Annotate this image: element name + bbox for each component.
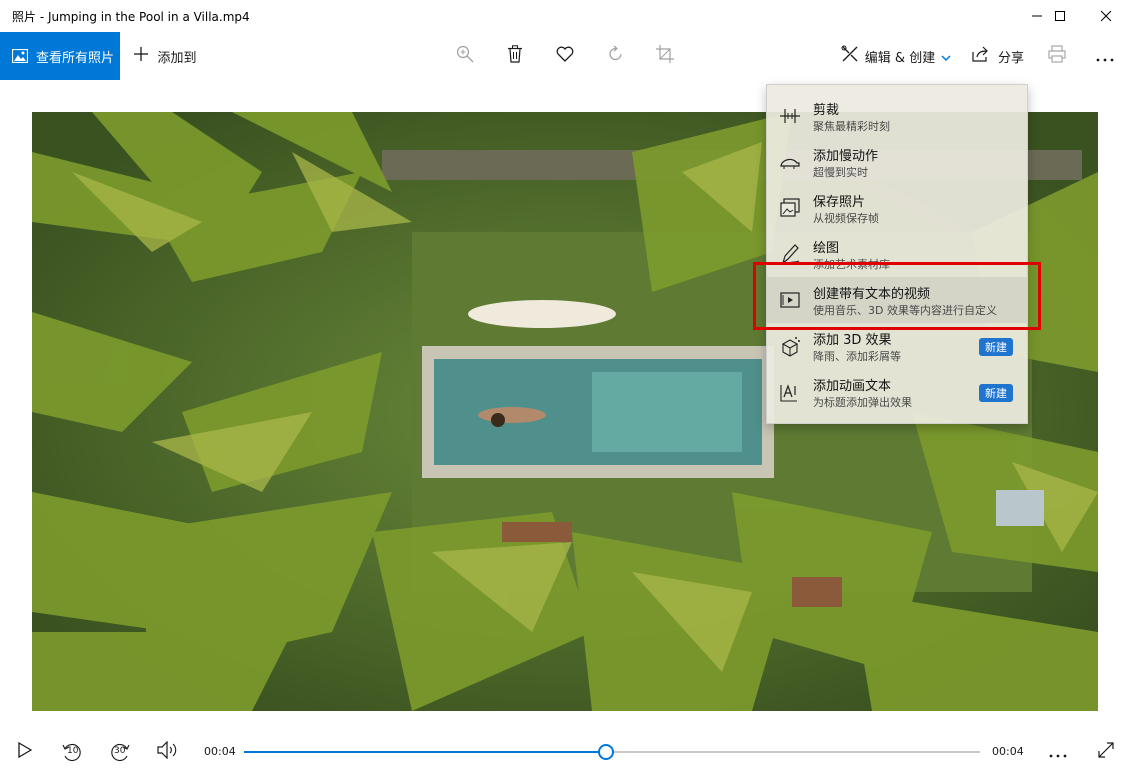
- current-time: 00:04: [204, 745, 236, 758]
- highlight-annotation: [753, 262, 1041, 330]
- edit-create-menu: 剪裁 聚焦最精彩时刻 添加慢动作 超慢到实时 保存照片 从视频保存帧 绘图 添加…: [766, 84, 1028, 424]
- skip-forward-label: 30: [114, 746, 126, 756]
- menu-item-subtitle: 为标题添加弹出效果: [813, 396, 912, 409]
- seek-thumb[interactable]: [597, 744, 614, 760]
- edit-create-label: 编辑 & 创建: [864, 50, 936, 66]
- skip-back-label: 10: [67, 746, 79, 756]
- see-all-photos-label: 查看所有照片: [36, 50, 115, 66]
- menu-item-slow-motion[interactable]: 添加慢动作 超慢到实时: [767, 139, 1027, 185]
- share-button[interactable]: 分享: [968, 32, 1028, 80]
- share-icon: [972, 46, 990, 66]
- new-badge: 新建: [979, 384, 1013, 402]
- edit-create-button[interactable]: 编辑 & 创建: [838, 32, 954, 80]
- menu-item-subtitle: 聚焦最精彩时刻: [813, 120, 890, 133]
- skip-back-icon: 10: [61, 741, 83, 763]
- add-to-button[interactable]: 添加到: [130, 32, 200, 80]
- fullscreen-icon: [1097, 741, 1115, 763]
- menu-item-save-photo[interactable]: 保存照片 从视频保存帧: [767, 185, 1027, 231]
- favorite-icon: [556, 46, 574, 66]
- plus-icon: [133, 46, 149, 66]
- menu-item-trim[interactable]: 剪裁 聚焦最精彩时刻: [767, 93, 1027, 139]
- close-icon: [1100, 7, 1112, 26]
- menu-item-animated-text[interactable]: 添加动画文本 为标题添加弹出效果 新建: [767, 369, 1027, 415]
- window-title: 照片 - Jumping in the Pool in a Villa.mp4: [12, 10, 250, 24]
- delete-button[interactable]: [501, 32, 529, 80]
- skip-forward-icon: 30: [109, 741, 131, 763]
- skip-forward-button[interactable]: 30: [106, 729, 134, 775]
- player-more-button[interactable]: [1044, 729, 1072, 775]
- 3d-effects-icon: [779, 335, 801, 357]
- trim-icon: [779, 105, 801, 127]
- save-photo-icon: [779, 197, 801, 219]
- rotate-button[interactable]: [602, 32, 630, 80]
- zoom-icon: [456, 45, 474, 67]
- edit-create-icon: [841, 45, 859, 67]
- menu-item-subtitle: 降雨、添加彩屑等: [813, 350, 901, 363]
- add-to-label: 添加到: [157, 50, 197, 66]
- crop-icon: [656, 45, 674, 67]
- animated-text-icon: [779, 381, 801, 403]
- new-badge: 新建: [979, 338, 1013, 356]
- close-button[interactable]: [1083, 0, 1129, 32]
- toolbar: 查看所有照片 添加到 编辑 & 创建 分享: [0, 32, 1129, 80]
- menu-item-title: 添加慢动作: [813, 149, 879, 164]
- delete-icon: [507, 45, 523, 67]
- menu-item-title: 添加 3D 效果: [813, 333, 892, 348]
- maximize-button[interactable]: [1037, 0, 1083, 32]
- print-button[interactable]: [1043, 32, 1071, 80]
- maximize-icon: [1054, 7, 1066, 26]
- slow-motion-icon: [779, 151, 801, 173]
- rotate-icon: [607, 45, 625, 67]
- favorite-button[interactable]: [551, 32, 579, 80]
- print-icon: [1048, 45, 1066, 67]
- photos-icon: [12, 49, 28, 63]
- volume-icon: [157, 740, 179, 763]
- skip-back-button[interactable]: 10: [58, 729, 86, 775]
- seek-bar-progress: [244, 751, 605, 753]
- playback-bar: 10 30 00:04 00:04: [0, 729, 1129, 775]
- menu-item-title: 剪裁: [813, 103, 840, 118]
- play-button[interactable]: [12, 729, 38, 775]
- seek-bar[interactable]: [244, 744, 980, 760]
- more-icon: [1096, 47, 1114, 66]
- menu-item-title: 保存照片: [813, 195, 866, 210]
- fullscreen-button[interactable]: [1092, 729, 1120, 775]
- share-label: 分享: [997, 50, 1024, 66]
- crop-button[interactable]: [651, 32, 679, 80]
- zoom-button[interactable]: [451, 32, 479, 80]
- volume-button[interactable]: [154, 729, 182, 775]
- remaining-time: 00:04: [992, 745, 1024, 758]
- menu-item-subtitle: 从视频保存帧: [813, 212, 879, 225]
- menu-item-title: 绘图: [813, 241, 840, 256]
- play-icon: [18, 741, 33, 762]
- see-all-photos-button[interactable]: 查看所有照片: [0, 32, 120, 80]
- menu-item-subtitle: 超慢到实时: [813, 166, 868, 179]
- more-icon: [1049, 743, 1067, 762]
- more-button[interactable]: [1091, 32, 1119, 80]
- menu-item-title: 添加动画文本: [813, 379, 892, 394]
- chevron-down-icon: [941, 47, 951, 66]
- title-bar: 照片 - Jumping in the Pool in a Villa.mp4: [0, 0, 1129, 32]
